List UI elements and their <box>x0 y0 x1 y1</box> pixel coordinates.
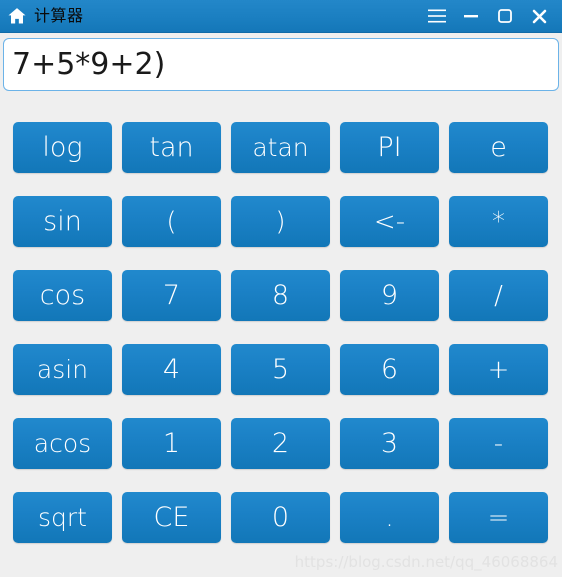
key-2[interactable]: 2 <box>231 418 330 469</box>
minimize-icon <box>464 15 478 18</box>
key-5[interactable]: 5 <box>231 344 330 395</box>
window-controls <box>420 1 556 31</box>
key-e[interactable]: e <box>449 122 548 173</box>
key-cos[interactable]: cos <box>13 270 112 321</box>
keypad: log tan atan PI e sin() <- * cos 7 8 9/ asin 4 5 6 + acos… <box>13 122 549 543</box>
key-sqrt[interactable]: sqrt <box>13 492 112 543</box>
key-plus[interactable]: + <box>449 344 548 395</box>
key-equals[interactable]: = <box>449 492 548 543</box>
hamburger-menu-icon <box>428 9 446 23</box>
key-paren-open[interactable]: ( <box>122 196 221 247</box>
key-decimal[interactable]: . <box>340 492 439 543</box>
key-clear[interactable]: CE <box>122 492 221 543</box>
key-minus[interactable]: - <box>449 418 548 469</box>
watermark: https://blog.csdn.net/qq_46068864 <box>294 553 558 571</box>
maximize-button[interactable] <box>488 1 522 31</box>
key-pi[interactable]: PI <box>340 122 439 173</box>
key-8[interactable]: 8 <box>231 270 330 321</box>
key-3[interactable]: 3 <box>340 418 439 469</box>
key-6[interactable]: 6 <box>340 344 439 395</box>
display-area <box>3 38 559 91</box>
home-icon <box>8 8 26 24</box>
key-atan[interactable]: atan <box>231 122 330 173</box>
key-0[interactable]: 0 <box>231 492 330 543</box>
key-sin[interactable]: sin <box>13 196 112 247</box>
key-4[interactable]: 4 <box>122 344 221 395</box>
minimize-button[interactable] <box>454 1 488 31</box>
key-1[interactable]: 1 <box>122 418 221 469</box>
key-paren-close[interactable]: ) <box>231 196 330 247</box>
window-title: 计算器 <box>34 6 84 25</box>
close-icon <box>532 9 546 23</box>
maximize-icon <box>498 9 512 23</box>
menu-button[interactable] <box>420 1 454 31</box>
key-divide[interactable]: / <box>449 270 548 321</box>
display-input[interactable] <box>3 38 559 91</box>
key-log[interactable]: log <box>13 122 112 173</box>
key-tan[interactable]: tan <box>122 122 221 173</box>
calculator-window: 计算器 7+5*9+2) log tan atan PI e sin () <… <box>0 0 562 577</box>
close-button[interactable] <box>522 1 556 31</box>
key-backspace[interactable]: <- <box>340 196 439 247</box>
key-multiply[interactable]: * <box>449 196 548 247</box>
key-asin[interactable]: asin <box>13 344 112 395</box>
key-7[interactable]: 7 <box>122 270 221 321</box>
title-bar: 计算器 <box>0 0 562 33</box>
key-9[interactable]: 9 <box>340 270 439 321</box>
key-acos[interactable]: acos <box>13 418 112 469</box>
